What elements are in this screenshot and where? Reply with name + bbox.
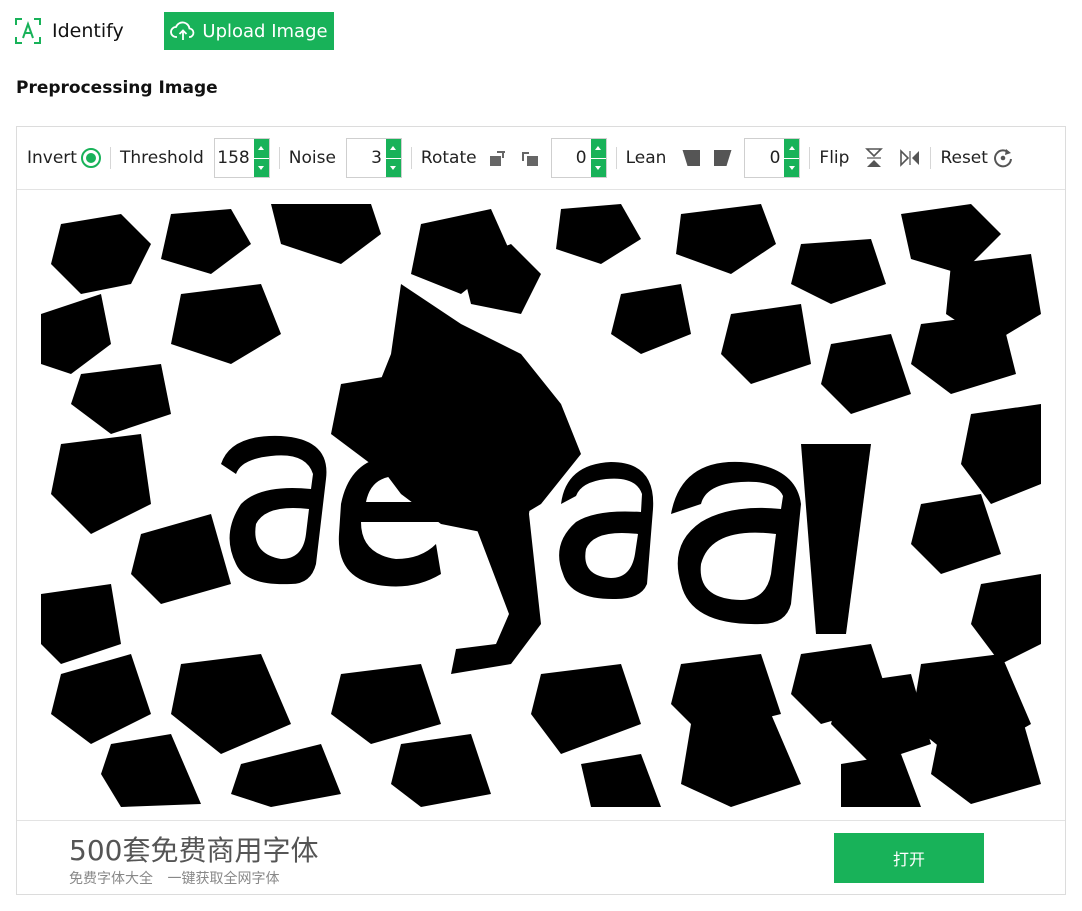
rotate-left-icon[interactable]: [487, 147, 509, 169]
separator: [109, 147, 111, 169]
cloud-upload-icon: [170, 21, 195, 40]
noise-value[interactable]: 3: [347, 148, 386, 168]
lean-control: Lean 0: [626, 138, 801, 178]
rotate-control: Rotate 0: [421, 138, 607, 178]
flip-vertical-icon[interactable]: [863, 147, 885, 169]
flip-control: Flip: [819, 138, 921, 178]
lean-decrement[interactable]: [784, 158, 800, 177]
section-title: Preprocessing Image: [16, 78, 218, 98]
flip-horizontal-icon[interactable]: [899, 147, 921, 169]
rotate-stepper[interactable]: 0: [550, 138, 607, 178]
separator: [615, 147, 617, 169]
rotate-increment[interactable]: [590, 139, 606, 158]
rotate-right-icon[interactable]: [519, 147, 541, 169]
separator: [809, 147, 811, 169]
preprocess-toolbar: Invert Threshold 158 Noise 3 Rotate 0 Le…: [17, 127, 1065, 190]
lean-left-icon[interactable]: [680, 147, 702, 169]
ad-banner: 500套免费商用字体 免费字体大全 一键获取全网字体 打开: [17, 820, 1065, 895]
preprocess-panel: Invert Threshold 158 Noise 3 Rotate 0 Le…: [16, 126, 1066, 895]
rotate-decrement[interactable]: [590, 158, 606, 177]
rotate-value[interactable]: 0: [552, 148, 591, 168]
reset-control[interactable]: Reset: [940, 138, 1014, 178]
ad-open-button[interactable]: 打开: [834, 833, 984, 883]
preview-image: [41, 204, 1041, 807]
text-scan-icon: [15, 18, 41, 44]
threshold-increment[interactable]: [253, 139, 269, 158]
lean-label: Lean: [625, 148, 667, 168]
top-bar: Identify Upload Image: [14, 12, 334, 50]
captcha-preview: [41, 204, 1041, 807]
noise-control: Noise 3: [289, 138, 402, 178]
separator: [410, 147, 412, 169]
reset-icon[interactable]: [992, 147, 1014, 169]
noise-increment[interactable]: [385, 139, 401, 158]
ad-subtitle[interactable]: 免费字体大全 一键获取全网字体: [69, 868, 279, 888]
lean-right-icon[interactable]: [712, 147, 734, 169]
noise-label: Noise: [288, 148, 336, 168]
threshold-control: Threshold 158: [120, 138, 270, 178]
invert-label: Invert: [27, 148, 77, 168]
identify-tab[interactable]: Identify: [14, 17, 124, 45]
flip-label: Flip: [819, 148, 850, 168]
upload-image-button[interactable]: Upload Image: [164, 12, 334, 50]
rotate-label: Rotate: [420, 148, 477, 168]
ad-title[interactable]: 500套免费商用字体: [69, 829, 318, 869]
noise-decrement[interactable]: [385, 158, 401, 177]
threshold-stepper[interactable]: 158: [213, 138, 270, 178]
lean-increment[interactable]: [784, 139, 800, 158]
invert-control[interactable]: Invert: [27, 138, 101, 178]
reset-label: Reset: [940, 148, 988, 168]
upload-label: Upload Image: [202, 20, 328, 42]
noise-stepper[interactable]: 3: [345, 138, 402, 178]
lean-stepper[interactable]: 0: [744, 138, 801, 178]
separator: [278, 147, 280, 169]
lean-value[interactable]: 0: [745, 148, 784, 168]
separator: [930, 147, 932, 169]
identify-label: Identify: [52, 20, 124, 42]
threshold-label: Threshold: [119, 148, 204, 168]
invert-radio[interactable]: [80, 148, 101, 168]
threshold-value[interactable]: 158: [215, 148, 254, 168]
threshold-decrement[interactable]: [253, 158, 269, 177]
